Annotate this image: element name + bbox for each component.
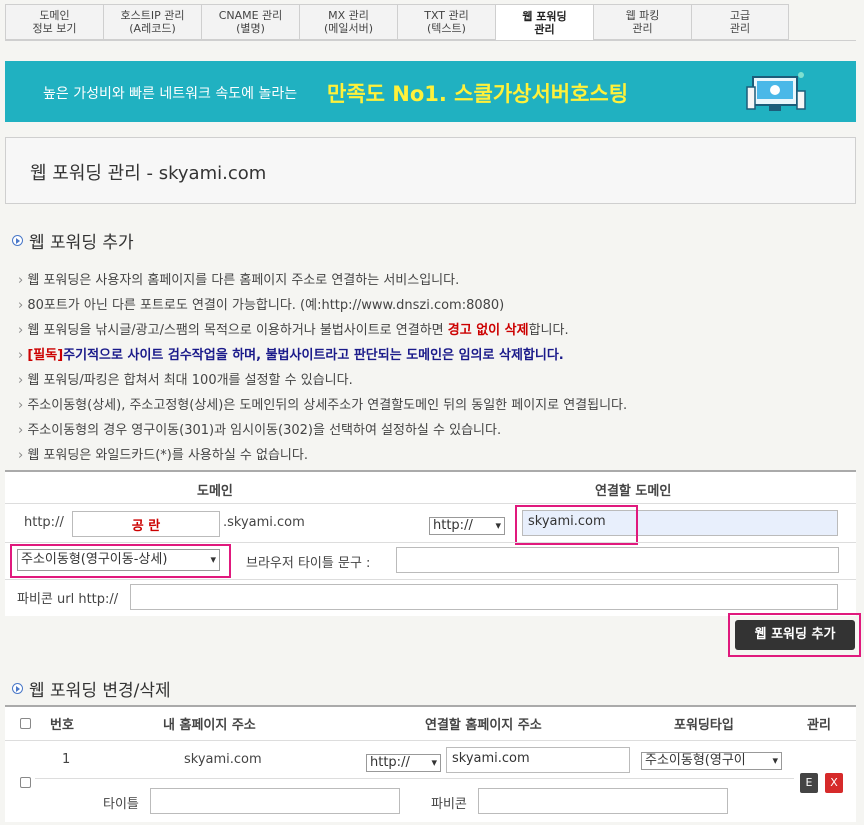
browser-title-label: 브라우저 타이틀 문구 : (246, 556, 371, 571)
ad-banner[interactable]: 높은 가성비와 빠른 네트워크 속도에 놀라는 만족도 No1. 스쿨가상서버호… (5, 61, 856, 122)
divider (5, 579, 856, 580)
info-item: 주소이동형(상세), 주소고정형(상세)은 도메인뒤의 상세주소가 연결할도메인… (18, 393, 627, 418)
tab-divider (5, 40, 856, 41)
info-text: 웹 포워딩을 낚시글/광고/스팸의 목적으로 이용하거나 불법사이트로 연결하면 (27, 323, 448, 338)
edit-button[interactable]: E (800, 773, 818, 793)
domain-suffix: .skyami.com (223, 515, 305, 530)
warning-text: 경고 없이 삭제 (447, 323, 529, 338)
highlight-box (515, 505, 638, 545)
row-favicon-label: 파비콘 (431, 797, 467, 812)
browser-title-input[interactable] (396, 547, 839, 573)
divider (5, 740, 856, 741)
row-title-label: 타이틀 (103, 797, 139, 812)
delete-button[interactable]: X (825, 773, 843, 793)
info-item: 웹 포워딩은 와일드카드(*)를 사용하실 수 없습니다. (18, 443, 627, 468)
row-protocol-select[interactable]: http:// (366, 754, 441, 772)
column-header-domain: 도메인 (197, 484, 233, 499)
info-item-required: [필독]주기적으로 사이트 검수작업을 하며, 불법사이트라고 판단되는 도메인… (18, 343, 627, 368)
tab-web-parking[interactable]: 웹 파킹 관리 (593, 4, 691, 40)
tab-advanced[interactable]: 고급 관리 (691, 4, 789, 40)
divider (5, 542, 856, 543)
row-type-select[interactable]: 주소이동형(영구이 (641, 752, 782, 770)
header-manage: 관리 (807, 718, 831, 733)
row-domain: skyami.com (184, 752, 262, 767)
divider (5, 503, 856, 504)
banner-headline: 만족도 No1. 스쿨가상서버호스팅 (327, 82, 629, 106)
tab-label-sub: 관리 (534, 23, 555, 36)
tab-label: 고급 (729, 9, 751, 22)
tab-label-sub: (A레코드) (129, 22, 176, 35)
tab-label: TXT 관리 (424, 9, 469, 22)
row-checkbox[interactable] (20, 777, 31, 788)
tab-web-forwarding[interactable]: 웹 포워딩 관리 (495, 4, 593, 41)
tab-label-sub: (별명) (236, 22, 265, 35)
header-type: 포워딩타입 (674, 718, 734, 733)
row-favicon-input[interactable] (478, 788, 728, 814)
page-title: 웹 포워딩 관리 - skyami.com (30, 163, 267, 184)
tab-label-sub: 관리 (729, 22, 751, 35)
row-number: 1 (62, 752, 71, 767)
highlight-box (728, 613, 861, 657)
protocol-select[interactable]: http:// (429, 517, 505, 535)
subdomain-input[interactable]: 공 란 (72, 511, 220, 537)
header-no: 번호 (50, 718, 74, 733)
tab-host-ip[interactable]: 호스트IP 관리 (A레코드) (103, 4, 201, 40)
row-title-input[interactable] (150, 788, 400, 814)
circle-arrow-icon (12, 683, 23, 694)
tab-mx[interactable]: MX 관리 (메일서버) (299, 4, 397, 40)
tab-domain-info[interactable]: 도메인 정보 보기 (5, 4, 103, 40)
tab-label-sub: 관리 (632, 22, 653, 35)
required-tag: [필독] (27, 348, 64, 363)
info-text: 합니다. (528, 323, 569, 338)
banner-text: 높은 가성비와 빠른 네트워크 속도에 놀라는 (43, 86, 298, 102)
header-target: 연결할 홈페이지 주소 (425, 718, 542, 733)
info-list: 웹 포워딩은 사용자의 홈페이지를 다른 홈페이지 주소로 연결하는 서비스입니… (18, 268, 627, 468)
tab-label: MX 관리 (328, 9, 369, 22)
divider (35, 778, 794, 779)
header-my-home: 내 홈페이지 주소 (163, 718, 256, 733)
circle-arrow-icon (12, 235, 23, 246)
row-target-input[interactable]: skyami.com (446, 747, 630, 773)
tab-bar: 도메인 정보 보기 호스트IP 관리 (A레코드) CNAME 관리 (별명) MX … (5, 4, 789, 41)
tab-label-sub: (메일서버) (323, 22, 374, 35)
add-forwarding-form: 도메인 연결할 도메인 http:// 공 란 .skyami.com http… (5, 470, 856, 616)
tab-label-sub: (텍스트) (427, 22, 466, 35)
section-heading-text: 웹 포워딩 추가 (29, 233, 134, 253)
forwarding-list-table: 번호 내 홈페이지 주소 연결할 홈페이지 주소 포워딩타입 관리 1 skya… (5, 705, 856, 822)
favicon-label: 파비콘 url http:// (17, 592, 119, 607)
tab-label-sub: 정보 보기 (32, 22, 77, 35)
required-text: 주기적으로 사이트 검수작업을 하며, 불법사이트라고 판단되는 도메인은 임의… (63, 348, 564, 363)
section-heading-text: 웹 포워딩 변경/삭제 (29, 681, 171, 701)
info-item: 80포트가 아닌 다른 포트로도 연결이 가능합니다. (예:http://ww… (18, 293, 627, 318)
select-all-checkbox[interactable] (20, 718, 31, 729)
column-header-target: 연결할 도메인 (595, 484, 672, 499)
add-section-heading: 웹 포워딩 추가 (12, 228, 134, 253)
tab-label: 호스트IP 관리 (120, 9, 185, 22)
tab-label: 웹 파킹 (625, 9, 660, 22)
tab-cname[interactable]: CNAME 관리 (별명) (201, 4, 299, 40)
page-title-box: 웹 포워딩 관리 - skyami.com (5, 137, 856, 204)
http-prefix: http:// (24, 515, 64, 530)
server-illustration-icon (746, 72, 806, 111)
list-section-heading: 웹 포워딩 변경/삭제 (12, 676, 171, 701)
info-item: 웹 포워딩/파킹은 합쳐서 최대 100개를 설정할 수 있습니다. (18, 368, 627, 393)
favicon-url-input[interactable] (130, 584, 838, 610)
info-item: 웹 포워딩을 낚시글/광고/스팸의 목적으로 이용하거나 불법사이트로 연결하면… (18, 318, 627, 343)
highlight-box (10, 544, 231, 578)
tab-label: CNAME 관리 (218, 9, 283, 22)
tab-label: 웹 포워딩 (522, 10, 567, 23)
tab-label: 도메인 (39, 9, 70, 22)
tab-txt[interactable]: TXT 관리 (텍스트) (397, 4, 495, 40)
info-item: 웹 포워딩은 사용자의 홈페이지를 다른 홈페이지 주소로 연결하는 서비스입니… (18, 268, 627, 293)
info-item: 주소이동형의 경우 영구이동(301)과 임시이동(302)을 선택하여 설정하… (18, 418, 627, 443)
